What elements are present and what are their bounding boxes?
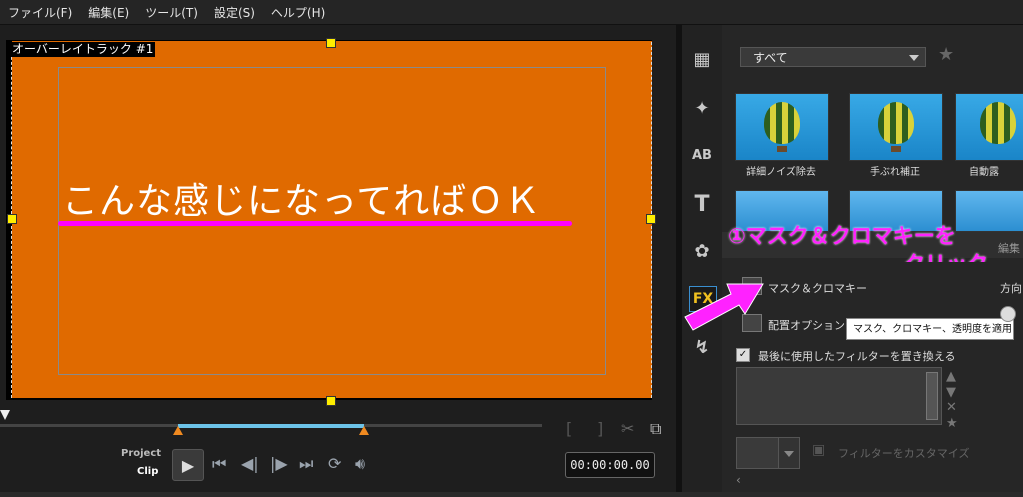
customize-filter-button[interactable]: フィルターをカスタマイズ: [838, 445, 969, 461]
pointer-arrow-icon: [684, 283, 764, 331]
filter-list-scrollbar[interactable]: [926, 372, 938, 420]
filter-thumbnail-2[interactable]: [849, 93, 943, 161]
direction-knob[interactable]: [1000, 306, 1016, 322]
menu-help[interactable]: ヘルプ(H): [263, 4, 333, 21]
resize-handle-left[interactable]: [7, 214, 17, 224]
mask-chroma-tooltip: マスク、クロマキー、透明度を適用: [846, 318, 1014, 340]
chevron-left-icon[interactable]: ‹: [736, 471, 741, 489]
move-up-icon[interactable]: ▲: [946, 369, 956, 384]
path-icon[interactable]: ↯: [689, 336, 715, 360]
balloon-basket: [777, 146, 787, 152]
go-start-icon[interactable]: ⏮: [212, 455, 226, 473]
move-down-icon[interactable]: ▼: [946, 385, 956, 400]
filter-thumbnail-1[interactable]: [735, 93, 829, 161]
timeline-edge: [0, 492, 1023, 497]
preview-caption: こんな感じになってればＯＫ: [62, 181, 542, 222]
annotation-step-1: ①マスク＆クロマキーを: [728, 224, 956, 248]
filter-thumbnail-3[interactable]: [955, 93, 1023, 161]
menu-edit[interactable]: 編集(E): [80, 4, 137, 21]
scrub-head[interactable]: [0, 410, 10, 420]
favorite-filter-icon[interactable]: ★: [946, 416, 958, 431]
menu-file[interactable]: ファイル(F): [0, 4, 80, 21]
applied-filter-list[interactable]: [736, 367, 942, 425]
copy-icon[interactable]: ⧉: [650, 420, 661, 438]
next-frame-icon[interactable]: |▶: [270, 455, 288, 473]
chevron-down-icon: [784, 451, 794, 457]
filter-thumbnail-label-2: 手ぶれ補正: [870, 167, 920, 178]
trim-marker-in[interactable]: [173, 426, 183, 435]
replace-filter-checkbox[interactable]: ✓: [736, 348, 750, 362]
customize-filter-icon[interactable]: ▣: [812, 441, 825, 459]
caption-underline: [58, 221, 572, 226]
resize-handle-bottom[interactable]: [326, 396, 336, 406]
overlay-track-label: オーバーレイトラック #1: [10, 42, 156, 57]
edit-tab[interactable]: 編集: [998, 240, 1020, 256]
balloon-image: [980, 102, 1016, 144]
mask-chroma-button[interactable]: マスク＆クロマキー: [768, 280, 867, 296]
loop-icon[interactable]: ⟳: [328, 455, 341, 473]
filter-thumbnail-label-1: 詳細ノイズ除去: [746, 167, 816, 178]
graphic-icon[interactable]: ✿: [689, 240, 715, 264]
add-favorite-icon[interactable]: ★: [938, 46, 954, 64]
replace-filter-label: 最後に使用したフィルターを置き換える: [758, 350, 956, 363]
balloon-basket: [891, 146, 901, 152]
media-icon[interactable]: ▦: [689, 48, 715, 72]
direction-label: 方向: [1000, 282, 1022, 295]
resize-handle-top[interactable]: [326, 38, 336, 48]
preset-box[interactable]: [736, 437, 780, 469]
go-end-icon[interactable]: ⏭: [299, 455, 313, 473]
filter-thumbnail-label-3: 自動露: [969, 167, 999, 178]
transition-icon[interactable]: AB: [689, 144, 715, 168]
preset-dropdown[interactable]: [778, 437, 800, 469]
balloon-image: [878, 102, 914, 144]
play-icon: ▶: [181, 455, 195, 475]
prev-frame-icon[interactable]: ◀|: [241, 455, 259, 473]
clip-mode-label[interactable]: Clip: [137, 466, 158, 477]
balloon-image: [764, 102, 800, 144]
library-filter-value: すべて: [753, 51, 788, 65]
play-button[interactable]: ▶: [172, 449, 204, 481]
timecode-field[interactable]: 00:00:00.00: [565, 452, 655, 478]
trim-marker-out[interactable]: [359, 426, 369, 435]
project-mode-label[interactable]: Project: [121, 448, 161, 459]
title-icon[interactable]: T: [689, 193, 715, 217]
volume-icon[interactable]: 🔊︎: [355, 455, 365, 473]
menu-bar: ファイル(F) 編集(E) ツール(T) 設定(S) ヘルプ(H): [0, 0, 1023, 25]
placement-options-button[interactable]: 配置オプション: [768, 317, 845, 333]
split-icon[interactable]: ✂: [621, 420, 634, 438]
remove-filter-icon[interactable]: ✕: [946, 400, 957, 415]
mark-out-icon[interactable]: ]: [597, 420, 603, 438]
resize-handle-right[interactable]: [646, 214, 656, 224]
menu-tools[interactable]: ツール(T): [137, 4, 206, 21]
trim-selection: [178, 424, 364, 428]
library-filter-dropdown[interactable]: すべて: [740, 47, 926, 67]
mark-in-icon[interactable]: [: [566, 420, 572, 438]
menu-settings[interactable]: 設定(S): [206, 4, 263, 21]
chevron-down-icon: [909, 55, 919, 61]
filter-thumbnail-6[interactable]: [955, 190, 1023, 232]
instant-project-icon[interactable]: ✦: [689, 97, 715, 121]
